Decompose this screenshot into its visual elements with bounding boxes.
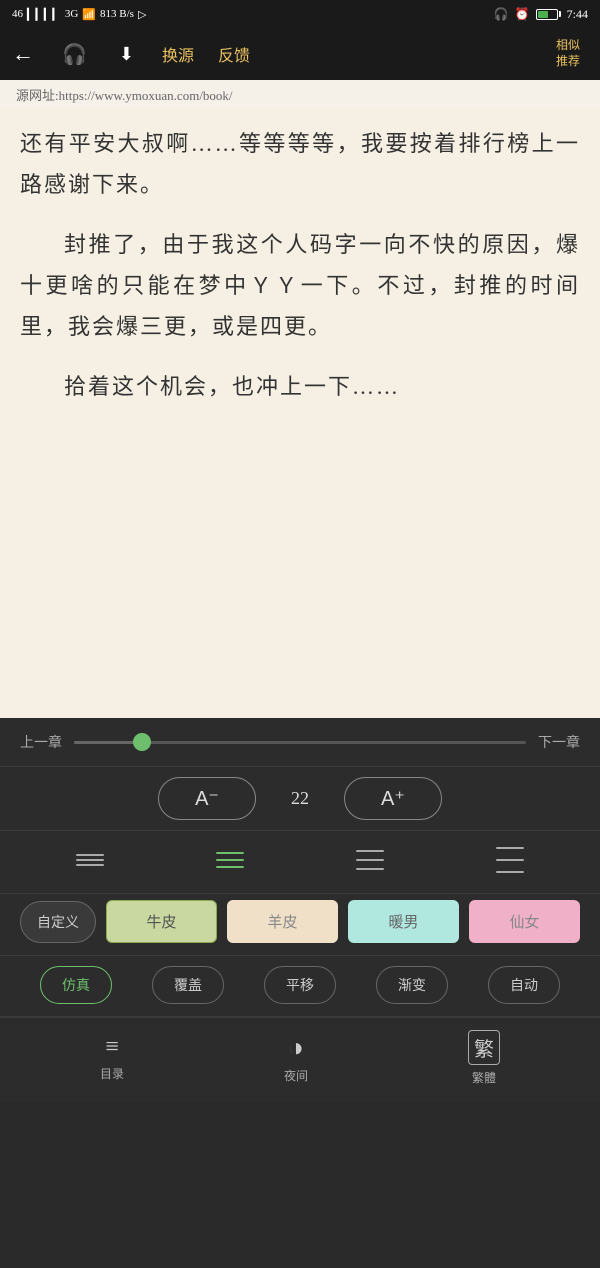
theme-row: 自定义 牛皮 羊皮 暖男 仙女 xyxy=(0,894,600,955)
spacing-wider-icon xyxy=(496,847,524,873)
feedback-button[interactable]: 反馈 xyxy=(206,34,262,74)
traditional-label: 繁體 xyxy=(472,1069,496,1086)
speed-text: 813 B/s xyxy=(100,8,134,20)
font-size-value: 22 xyxy=(280,788,320,809)
fade-overlay xyxy=(0,658,600,718)
source-url: 源网址:https://www.ymoxuan.com/book/ xyxy=(16,85,233,104)
theme-xian-button[interactable]: 仙女 xyxy=(469,900,580,943)
font-size-row: A⁻ 22 A⁺ xyxy=(0,767,600,830)
traditional-item[interactable]: 繁 繁體 xyxy=(468,1030,500,1086)
theme-nuan-button[interactable]: 暖男 xyxy=(348,900,459,943)
music-icon: ▷ xyxy=(138,8,146,21)
reading-text: 还有平安大叔啊……等等等等，我要按着排行榜上一路感谢下来。 封推了，由于我这个人… xyxy=(20,124,580,408)
night-item[interactable]: ◑ 夜间 xyxy=(284,1033,308,1084)
spacing-normal-button[interactable] xyxy=(202,846,258,874)
status-right: 🎧 ⏰ 7:44 xyxy=(494,7,588,22)
alarm-icon: ⏰ xyxy=(515,7,530,22)
pageturn-fanzhen-button[interactable]: 仿真 xyxy=(40,966,112,1004)
source-bar: 源网址:https://www.ymoxuan.com/book/ xyxy=(0,80,600,108)
chapter-slider[interactable] xyxy=(74,732,526,752)
theme-yangpi-button[interactable]: 羊皮 xyxy=(227,900,338,943)
pageturn-row: 仿真 覆盖 平移 渐变 自动 xyxy=(0,956,600,1016)
spacing-tight-icon xyxy=(76,854,104,866)
paragraph-1: 还有平安大叔啊……等等等等，我要按着排行榜上一路感谢下来。 xyxy=(20,124,580,205)
signal-bars: ▎▎▎▎ xyxy=(27,8,61,21)
reading-area: 还有平安大叔啊……等等等等，我要按着排行榜上一路感谢下来。 封推了，由于我这个人… xyxy=(0,108,600,718)
status-bar: 46 ▎▎▎▎ 3G 📶 813 B/s ▷ 🎧 ⏰ 7:44 xyxy=(0,0,600,28)
slider-thumb[interactable] xyxy=(133,733,151,751)
slider-fill xyxy=(74,741,142,744)
next-chapter-label[interactable]: 下一章 xyxy=(538,732,580,752)
pageturn-pingyi-button[interactable]: 平移 xyxy=(264,966,336,1004)
bottom-panel: 上一章 下一章 A⁻ 22 A⁺ xyxy=(0,718,600,1102)
catalog-label: 目录 xyxy=(100,1065,124,1082)
audio-button[interactable]: 🎧 xyxy=(46,34,103,75)
battery-indicator xyxy=(536,9,561,20)
top-nav: ← 🎧 ⬇ 换源 反馈 相似推荐 xyxy=(0,28,600,80)
prev-chapter-label[interactable]: 上一章 xyxy=(20,732,62,752)
switch-source-button[interactable]: 换源 xyxy=(150,34,206,74)
wifi-icon: 📶 xyxy=(82,8,96,21)
traditional-icon: 繁 xyxy=(468,1030,500,1065)
line-spacing-row xyxy=(0,831,600,893)
slider-track xyxy=(74,741,526,744)
pageturn-jianbai-button[interactable]: 渐变 xyxy=(376,966,448,1004)
back-button[interactable]: ← xyxy=(12,33,46,75)
catalog-icon: ≡ xyxy=(105,1034,119,1061)
signal-text: 46 xyxy=(12,8,23,20)
night-label: 夜间 xyxy=(284,1067,308,1084)
download-button[interactable]: ⬇ xyxy=(103,36,150,73)
spacing-normal-icon xyxy=(216,852,244,868)
time-display: 7:44 xyxy=(567,7,588,22)
network-type: 3G xyxy=(65,8,78,20)
recommend-button[interactable]: 相似推荐 xyxy=(548,34,588,73)
headphone-icon: 🎧 xyxy=(494,7,509,22)
spacing-wider-button[interactable] xyxy=(482,841,538,879)
spacing-tight-button[interactable] xyxy=(62,848,118,872)
night-icon: ◑ xyxy=(288,1033,304,1063)
pageturn-zidong-button[interactable]: 自动 xyxy=(488,966,560,1004)
pageturn-fugai-button[interactable]: 覆盖 xyxy=(152,966,224,1004)
theme-niupi-button[interactable]: 牛皮 xyxy=(106,900,217,943)
spacing-wide-button[interactable] xyxy=(342,844,398,876)
status-left: 46 ▎▎▎▎ 3G 📶 813 B/s ▷ xyxy=(12,8,146,21)
bottom-icons-row: ≡ 目录 ◑ 夜间 繁 繁體 xyxy=(0,1017,600,1102)
spacing-wide-icon xyxy=(356,850,384,870)
font-increase-button[interactable]: A⁺ xyxy=(344,777,442,820)
font-decrease-button[interactable]: A⁻ xyxy=(158,777,256,820)
paragraph-2: 封推了，由于我这个人码字一向不快的原因，爆十更啥的只能在梦中ＹＹ一下。不过，封推… xyxy=(20,225,580,347)
paragraph-3: 拾着这个机会，也冲上一下…… xyxy=(20,367,580,408)
chapter-nav: 上一章 下一章 xyxy=(0,718,600,766)
theme-custom-button[interactable]: 自定义 xyxy=(20,901,96,943)
catalog-item[interactable]: ≡ 目录 xyxy=(100,1034,124,1082)
